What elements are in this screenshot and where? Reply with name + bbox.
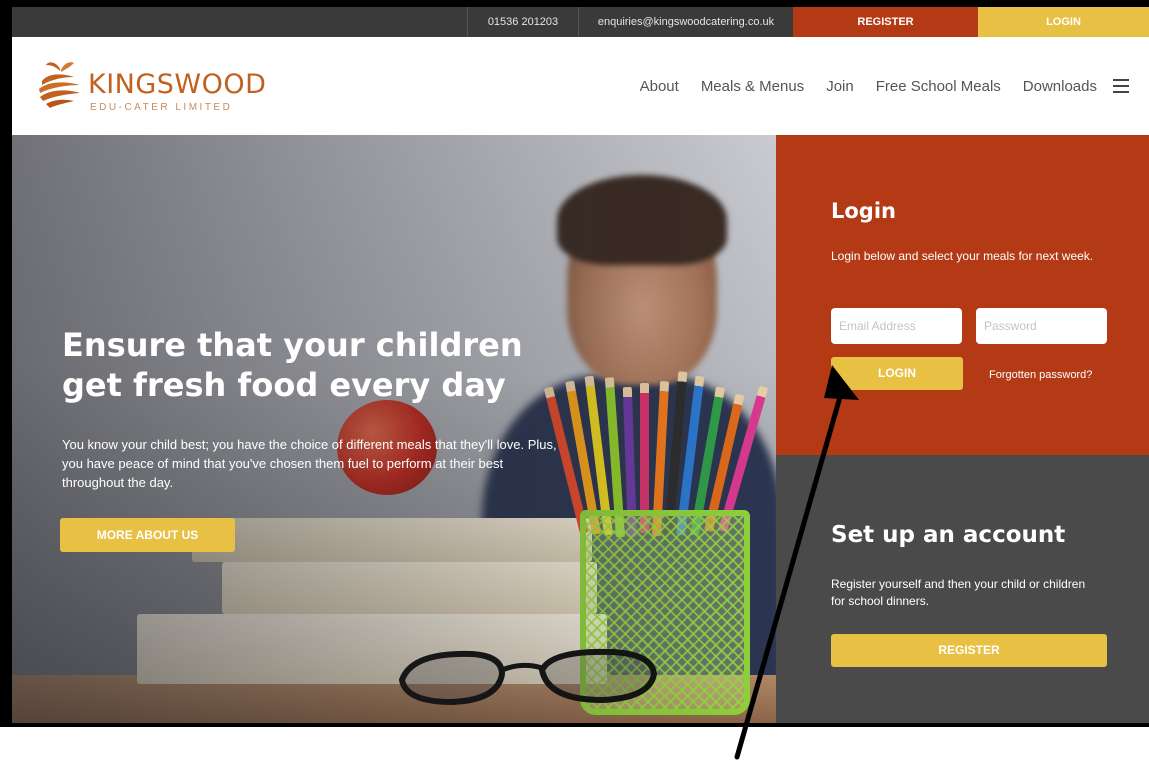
screenshot-frame: 01536 201203 enquiries@kingswoodcatering…: [0, 0, 1149, 727]
hero-overlay: [12, 135, 776, 723]
email-link[interactable]: enquiries@kingswoodcatering.co.uk: [579, 7, 793, 37]
register-button[interactable]: REGISTER: [831, 634, 1107, 667]
top-utility-bar: 01536 201203 enquiries@kingswoodcatering…: [12, 7, 1149, 37]
more-about-us-button[interactable]: MORE ABOUT US: [60, 518, 235, 552]
hero-section: Ensure that your children get fresh food…: [12, 135, 776, 723]
password-field[interactable]: [976, 308, 1107, 344]
hero-title: Ensure that your children get fresh food…: [62, 326, 523, 404]
login-button[interactable]: LOGIN: [831, 357, 963, 390]
top-register-button[interactable]: REGISTER: [793, 7, 978, 37]
main-navigation: About Meals & Menus Join Free School Mea…: [618, 76, 1129, 96]
nav-item-free-school-meals[interactable]: Free School Meals: [876, 78, 1001, 95]
account-title: Set up an account: [831, 522, 1066, 548]
account-panel: Set up an account Register yourself and …: [776, 455, 1149, 723]
apple-logo-icon: [39, 62, 80, 108]
nav-item-about[interactable]: About: [640, 78, 679, 95]
browser-viewport: 01536 201203 enquiries@kingswoodcatering…: [12, 7, 1149, 723]
forgotten-password-link[interactable]: Forgotten password?: [989, 369, 1092, 381]
phone-number[interactable]: 01536 201203: [467, 7, 579, 37]
login-panel: Login Login below and select your meals …: [776, 135, 1149, 455]
hamburger-menu-icon[interactable]: [1113, 79, 1129, 93]
site-header: KINGSWOOD EDU-CATER LIMITED About Meals …: [12, 37, 1149, 135]
top-login-button[interactable]: LOGIN: [978, 7, 1149, 37]
account-description: Register yourself and then your child or…: [831, 577, 1086, 608]
hero-text: You know your child best; you have the c…: [62, 437, 557, 490]
email-field[interactable]: [831, 308, 962, 344]
nav-item-meals-menus[interactable]: Meals & Menus: [701, 78, 804, 95]
nav-item-downloads[interactable]: Downloads: [1023, 78, 1097, 95]
login-title: Login: [831, 199, 896, 223]
nav-item-join[interactable]: Join: [826, 78, 854, 95]
login-description: Login below and select your meals for ne…: [831, 249, 1094, 263]
logo-name: KINGSWOOD: [88, 69, 267, 100]
kingswood-logo[interactable]: KINGSWOOD EDU-CATER LIMITED: [34, 55, 274, 115]
logo-tagline: EDU-CATER LIMITED: [90, 102, 233, 113]
